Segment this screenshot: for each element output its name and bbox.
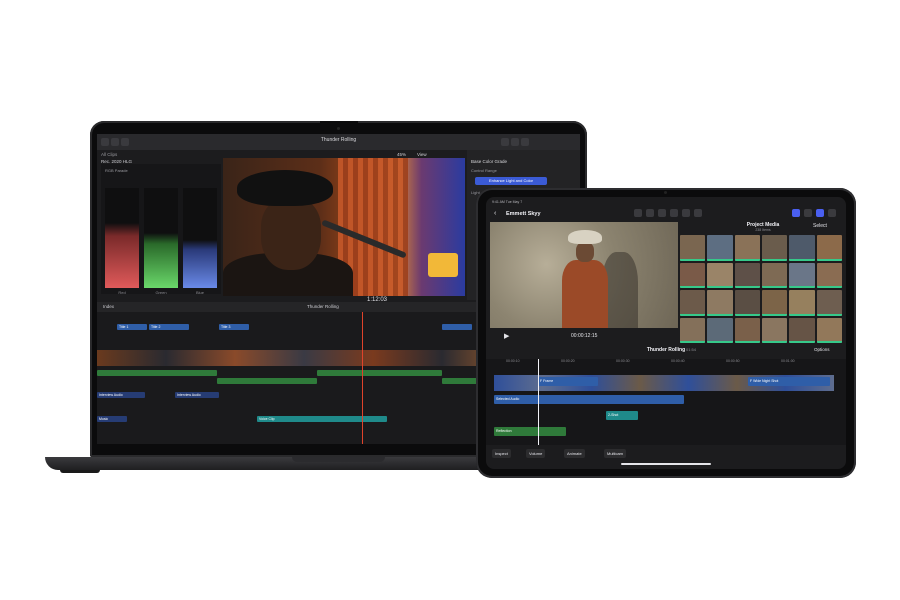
playhead[interactable] — [362, 312, 363, 444]
add-media-icon[interactable] — [816, 209, 824, 217]
media-thumbnail[interactable] — [707, 317, 733, 343]
scope-title: RGB Parade — [105, 168, 128, 173]
media-thumbnail[interactable] — [816, 235, 842, 261]
project-title: Emmett Skyy — [506, 211, 541, 217]
media-thumbnail[interactable] — [734, 235, 760, 261]
camera-icon — [664, 191, 667, 194]
status-bar: 9:41 AM Tue May 7 — [492, 200, 522, 204]
scope-label-green: Green — [155, 290, 167, 295]
video-scopes-button[interactable] — [521, 138, 529, 146]
media-thumbnail[interactable] — [707, 235, 733, 261]
selected-audio-clip[interactable]: Selected Audio — [494, 395, 684, 404]
select-button[interactable]: Select — [813, 223, 827, 229]
music-icon[interactable] — [670, 209, 678, 217]
media-thumbnail[interactable] — [816, 290, 842, 316]
media-thumbnail[interactable] — [816, 317, 842, 343]
media-thumbnail[interactable] — [680, 290, 706, 316]
media-thumbnail[interactable] — [680, 262, 706, 288]
media-thumbnail[interactable] — [816, 262, 842, 288]
voice-clip[interactable]: Voice Clip — [257, 416, 387, 422]
title-clip[interactable] — [442, 324, 472, 330]
home-indicator — [621, 463, 711, 465]
ipad-screen: 9:41 AM Tue May 7 ‹ Emmett Skyy ▶ 00:00:… — [486, 197, 846, 469]
library-label: All Clips — [101, 152, 118, 157]
back-chevron-icon[interactable]: ‹ — [494, 210, 496, 217]
viewer-timecode: 00:00:12:15 — [571, 333, 598, 339]
media-thumbnail[interactable] — [707, 290, 733, 316]
inspector-header: Base Color Grade — [471, 159, 508, 164]
media-thumbnail[interactable] — [762, 290, 788, 316]
lamp-image — [428, 253, 458, 277]
volume-button[interactable]: Volume — [526, 449, 546, 458]
view-menu[interactable]: View — [417, 152, 427, 157]
video-clip[interactable]: F Frame — [538, 377, 598, 386]
enhance-light-color-button[interactable]: Enhance Light and Color — [475, 177, 547, 185]
timeline-duration: 01:54 — [686, 347, 697, 352]
voiceover-mic-icon[interactable] — [658, 209, 666, 217]
timeline-ruler: 00:00:10 00:00:20 00:00:30 00:00:40 00:0… — [506, 359, 795, 363]
scope-label-red: Red — [118, 290, 126, 295]
two-shot-clip[interactable]: 2-Shot — [606, 411, 638, 420]
media-thumbnail[interactable] — [734, 317, 760, 343]
media-thumbnail[interactable] — [734, 290, 760, 316]
macbook-opening-lip — [292, 457, 385, 462]
more-icon[interactable] — [828, 209, 836, 217]
share-icon[interactable] — [634, 209, 642, 217]
rgb-parade-scope: RGB Parade Red Green Blue — [101, 164, 221, 295]
media-thumbnail[interactable] — [789, 317, 815, 343]
multicam-button[interactable]: Multicam — [604, 449, 627, 458]
export-icon[interactable] — [694, 209, 702, 217]
status-date: Tue May 7 — [505, 200, 523, 204]
scope-red — [105, 188, 139, 288]
timeline-title: Thunder Rolling — [646, 347, 686, 353]
camera-icon — [337, 127, 340, 130]
media-thumbnail[interactable] — [762, 262, 788, 288]
zoom-label[interactable]: 45% — [397, 152, 406, 157]
title-clip[interactable]: Title 3 — [219, 324, 249, 330]
media-grid — [680, 235, 842, 343]
share-button[interactable] — [501, 138, 509, 146]
audio-clip[interactable] — [217, 378, 317, 384]
animate-button[interactable]: Animate — [564, 449, 585, 458]
media-thumbnail[interactable] — [789, 262, 815, 288]
viewer-layout-icon[interactable] — [792, 209, 800, 217]
media-thumbnail[interactable] — [734, 262, 760, 288]
audio-clip[interactable] — [317, 370, 442, 376]
media-thumbnail[interactable] — [789, 290, 815, 316]
video-clip[interactable]: F Wide Night Shot — [748, 377, 830, 386]
interview-audio-clip[interactable]: Interview Audio — [175, 392, 219, 398]
inspect-button[interactable]: Inspect — [492, 449, 511, 458]
media-thumbnail[interactable] — [680, 235, 706, 261]
inspector-toggle-button[interactable] — [511, 138, 519, 146]
index-button[interactable]: Index — [103, 304, 114, 309]
product-stage: Thunder Rolling All Clips Rec. 2020 HLG … — [0, 0, 900, 600]
status-time: 9:41 AM — [492, 200, 505, 204]
media-thumbnail[interactable] — [762, 235, 788, 261]
playhead[interactable] — [538, 359, 539, 445]
music-clip[interactable]: Music — [97, 416, 127, 422]
inspector-row: Control Range — [471, 168, 497, 173]
options-menu[interactable]: Options — [814, 347, 830, 352]
scope-label-blue: Blue — [195, 290, 204, 295]
media-thumbnail[interactable] — [789, 235, 815, 261]
ipad-video-viewer[interactable] — [490, 222, 678, 328]
mac-toolbar: Thunder Rolling — [97, 134, 580, 150]
media-thumbnail[interactable] — [680, 317, 706, 343]
title-clip[interactable]: Title 1 — [117, 324, 147, 330]
photos-icon[interactable] — [682, 209, 690, 217]
timeline-title: Thunder Rolling — [307, 304, 339, 309]
title-clip[interactable]: Title 2 — [149, 324, 189, 330]
ipad-timeline[interactable]: 00:00:10 00:00:20 00:00:30 00:00:40 00:0… — [486, 359, 846, 445]
browser-layout-icon[interactable] — [804, 209, 812, 217]
video-viewer[interactable] — [223, 158, 465, 296]
scope-blue — [183, 188, 217, 288]
media-thumbnail[interactable] — [762, 317, 788, 343]
scope-green — [144, 188, 178, 288]
camera-capture-icon[interactable] — [646, 209, 654, 217]
media-thumbnail[interactable] — [707, 262, 733, 288]
interview-audio-clip[interactable]: Interview Audio — [97, 392, 145, 398]
reflection-clip[interactable]: Reflection — [494, 427, 566, 436]
audio-clip[interactable] — [97, 370, 217, 376]
play-icon[interactable]: ▶ — [504, 332, 509, 340]
